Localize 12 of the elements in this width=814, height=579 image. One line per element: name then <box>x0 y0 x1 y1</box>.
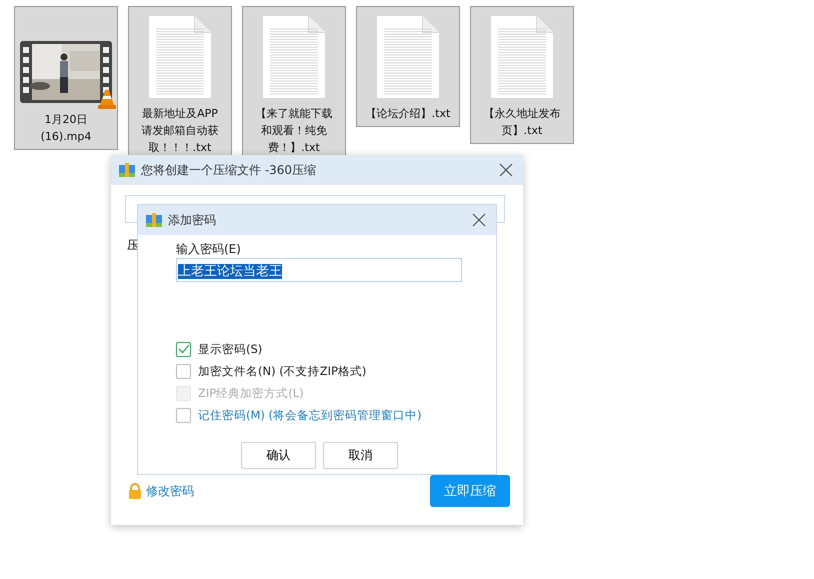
dialog-title: 添加密码 <box>168 212 217 228</box>
file-name: 【来了就能下载 和观看！纯免 费！】.txt <box>256 106 332 156</box>
option-label: 显示密码(S) <box>198 342 262 356</box>
file-name: 【论坛介绍】.txt <box>366 106 450 122</box>
window-title: 您将创建一个压缩文件 -360压缩 <box>141 162 318 178</box>
option-label: 记住密码(M) (将会备忘到密码管理窗口中) <box>198 408 422 422</box>
file-name: 1月20日 (16).mp4 <box>40 112 92 145</box>
file-name: 【永久地址发布 页】.txt <box>484 106 560 139</box>
option-label: ZIP经典加密方式(L) <box>198 386 304 400</box>
option-label: 加密文件名(N) (不支持ZIP格式) <box>198 364 366 378</box>
field-label: 输入密码(E) <box>176 241 242 258</box>
file-name: 最新地址及APP 请发邮箱自动获 取！！！.txt <box>142 106 218 156</box>
